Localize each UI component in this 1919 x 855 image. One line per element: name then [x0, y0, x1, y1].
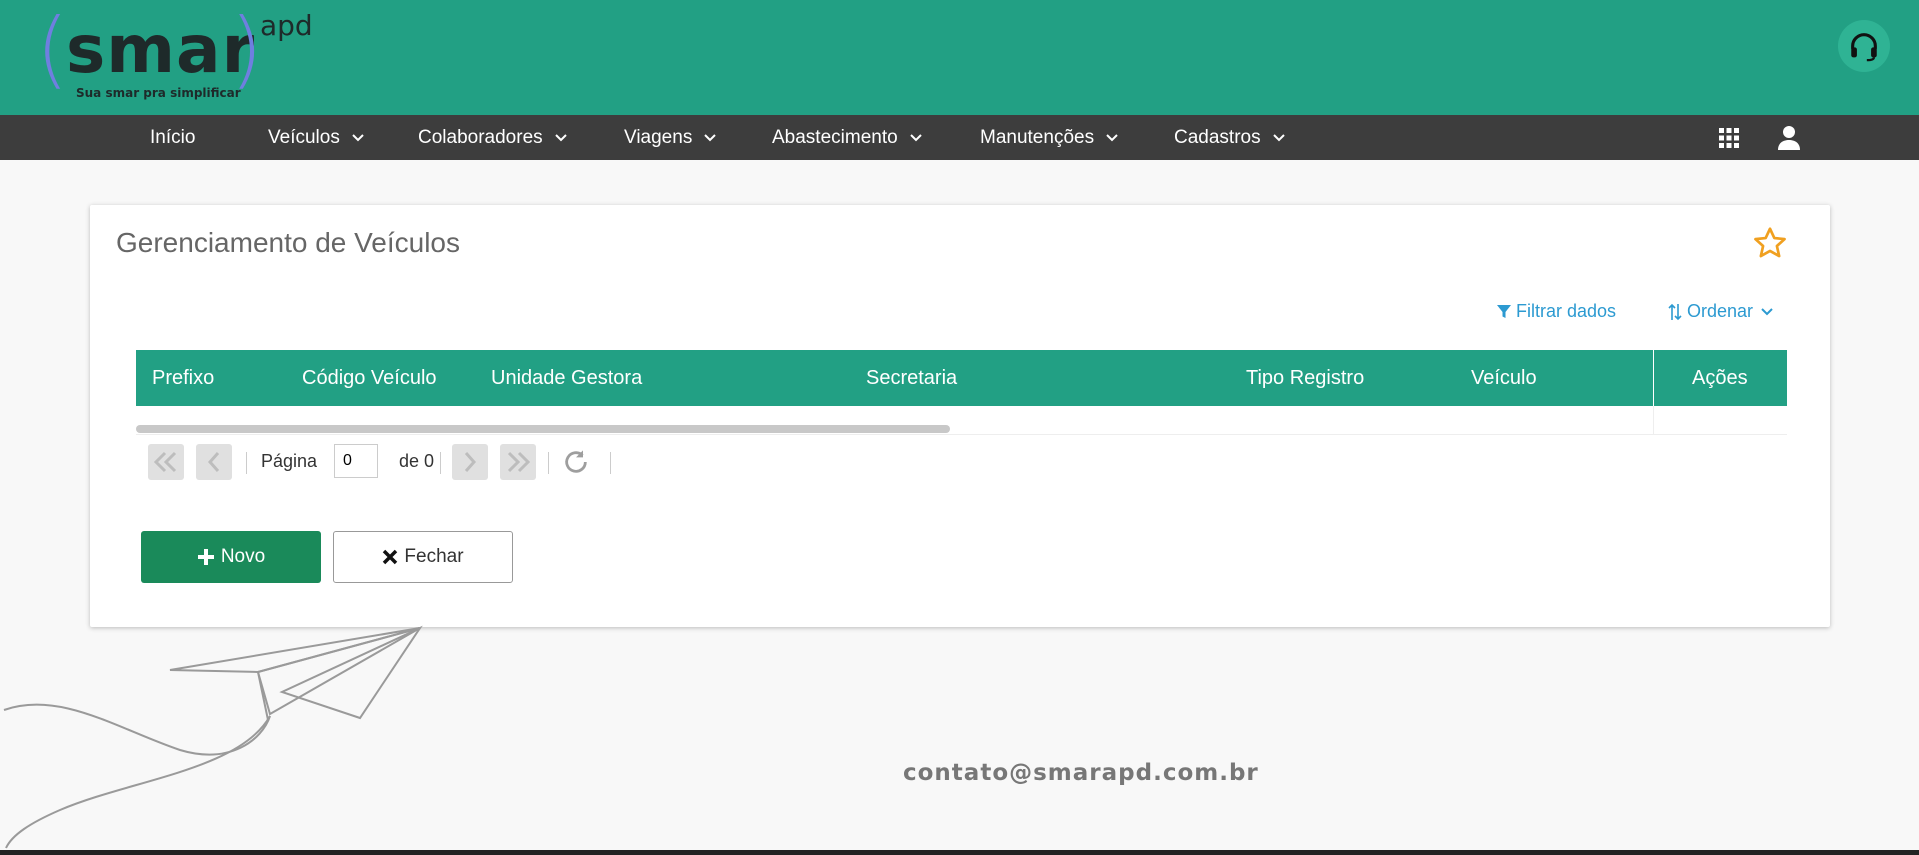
user-icon[interactable] [1774, 123, 1804, 153]
sort-label: Ordenar [1687, 301, 1754, 321]
table-header: Prefixo Código Veículo Unidade Gestora S… [136, 350, 1787, 406]
nav-item-inicio[interactable]: Início [150, 115, 195, 160]
plus-icon [197, 548, 215, 566]
star-icon [1754, 227, 1786, 258]
nav-item-label: Abastecimento [772, 127, 898, 148]
page-title: Gerenciamento de Veículos [116, 227, 460, 258]
logo-open-paren: ( [36, 0, 69, 98]
nav-item-label: Manutenções [980, 127, 1095, 148]
new-button[interactable]: Novo [141, 531, 321, 583]
nav-item-label: Início [150, 127, 196, 148]
column-header-prefixo[interactable]: Prefixo [152, 350, 214, 406]
pager-separator [440, 452, 441, 474]
chevron-left-icon [207, 452, 220, 472]
refresh-button[interactable] [562, 448, 592, 478]
logo-close-paren: ) [230, 0, 263, 98]
actions-column-divider [1653, 350, 1654, 406]
column-header-tipo-registro[interactable]: Tipo Registro [1246, 350, 1364, 406]
double-chevron-right-icon [507, 451, 531, 473]
bottom-bar [0, 850, 1919, 855]
vehicle-management-panel: Gerenciamento de Veículos Filtrar dados … [90, 205, 1830, 627]
actions-column-body-divider [1653, 406, 1654, 434]
first-page-button[interactable] [148, 444, 184, 480]
logo-superscript: apd [260, 9, 313, 42]
last-page-button[interactable] [500, 444, 536, 480]
pager-separator [246, 452, 247, 474]
support-button[interactable] [1838, 20, 1890, 72]
column-header-secretaria[interactable]: Secretaria [866, 350, 957, 406]
main-navbar: Início Veículos Colaboradores Viagens Ab… [0, 115, 1919, 160]
chevron-right-icon [464, 452, 477, 472]
app-header: ( smar ) apd Sua smar pra simplificar [0, 0, 1919, 115]
filter-icon [1497, 304, 1511, 318]
filter-data-button[interactable]: Filtrar dados [1496, 301, 1616, 322]
chevron-down-icon [704, 133, 717, 142]
table-pager: Página de 0 [136, 442, 736, 482]
previous-page-button[interactable] [196, 444, 232, 480]
page-label: Página [261, 451, 318, 471]
pager-separator [548, 452, 549, 474]
brand-logo[interactable]: ( smar ) apd Sua smar pra simplificar [36, 4, 336, 108]
logo-word: smar [66, 11, 256, 88]
apps-grid-icon[interactable] [1714, 123, 1744, 153]
favorite-button[interactable] [1752, 225, 1788, 261]
filter-data-label: Filtrar dados [1516, 301, 1617, 321]
chevron-down-icon [1106, 133, 1118, 142]
page-number-input[interactable] [334, 444, 378, 478]
pager-separator [610, 452, 611, 474]
close-button-label: Fechar [404, 546, 464, 567]
nav-item-veiculos[interactable]: Veículos [268, 115, 364, 160]
logo-tagline: Sua smar pra simplificar [76, 86, 241, 100]
nav-item-colaboradores[interactable]: Colaboradores [418, 115, 567, 160]
sort-icon [1668, 303, 1682, 320]
chevron-down-icon [909, 133, 922, 142]
close-icon [382, 549, 398, 565]
column-header-veiculo[interactable]: Veículo [1471, 350, 1537, 406]
nav-item-cadastros[interactable]: Cadastros [1174, 115, 1285, 160]
refresh-icon [565, 450, 587, 473]
chevron-down-icon [1761, 307, 1773, 315]
new-button-label: Novo [220, 546, 266, 567]
page-total-label: de 0 [399, 451, 435, 471]
nav-item-manutencoes[interactable]: Manutenções [980, 115, 1118, 160]
close-button[interactable]: Fechar [333, 531, 513, 583]
paper-plane-illustration [3, 625, 423, 849]
column-header-unidade-gestora[interactable]: Unidade Gestora [491, 350, 642, 406]
nav-item-label: Viagens [624, 127, 693, 148]
contact-email[interactable]: contato@smarapd.com.br [903, 760, 1259, 786]
headset-icon [1851, 33, 1877, 62]
column-header-codigo-veiculo[interactable]: Código Veículo [302, 350, 437, 406]
nav-item-label: Colaboradores [418, 127, 543, 148]
horizontal-scrollbar[interactable] [136, 425, 950, 433]
double-chevron-left-icon [153, 451, 177, 473]
nav-item-label: Veículos [268, 127, 340, 148]
nav-item-viagens[interactable]: Viagens [624, 115, 717, 160]
nav-item-abastecimento[interactable]: Abastecimento [772, 115, 922, 160]
next-page-button[interactable] [452, 444, 488, 480]
chevron-down-icon [554, 133, 567, 142]
sort-dropdown[interactable]: Ordenar [1668, 301, 1773, 322]
chevron-down-icon [352, 133, 364, 142]
column-header-acoes: Ações [1692, 367, 1748, 389]
chevron-down-icon [1272, 133, 1285, 142]
nav-item-label: Cadastros [1174, 127, 1261, 148]
